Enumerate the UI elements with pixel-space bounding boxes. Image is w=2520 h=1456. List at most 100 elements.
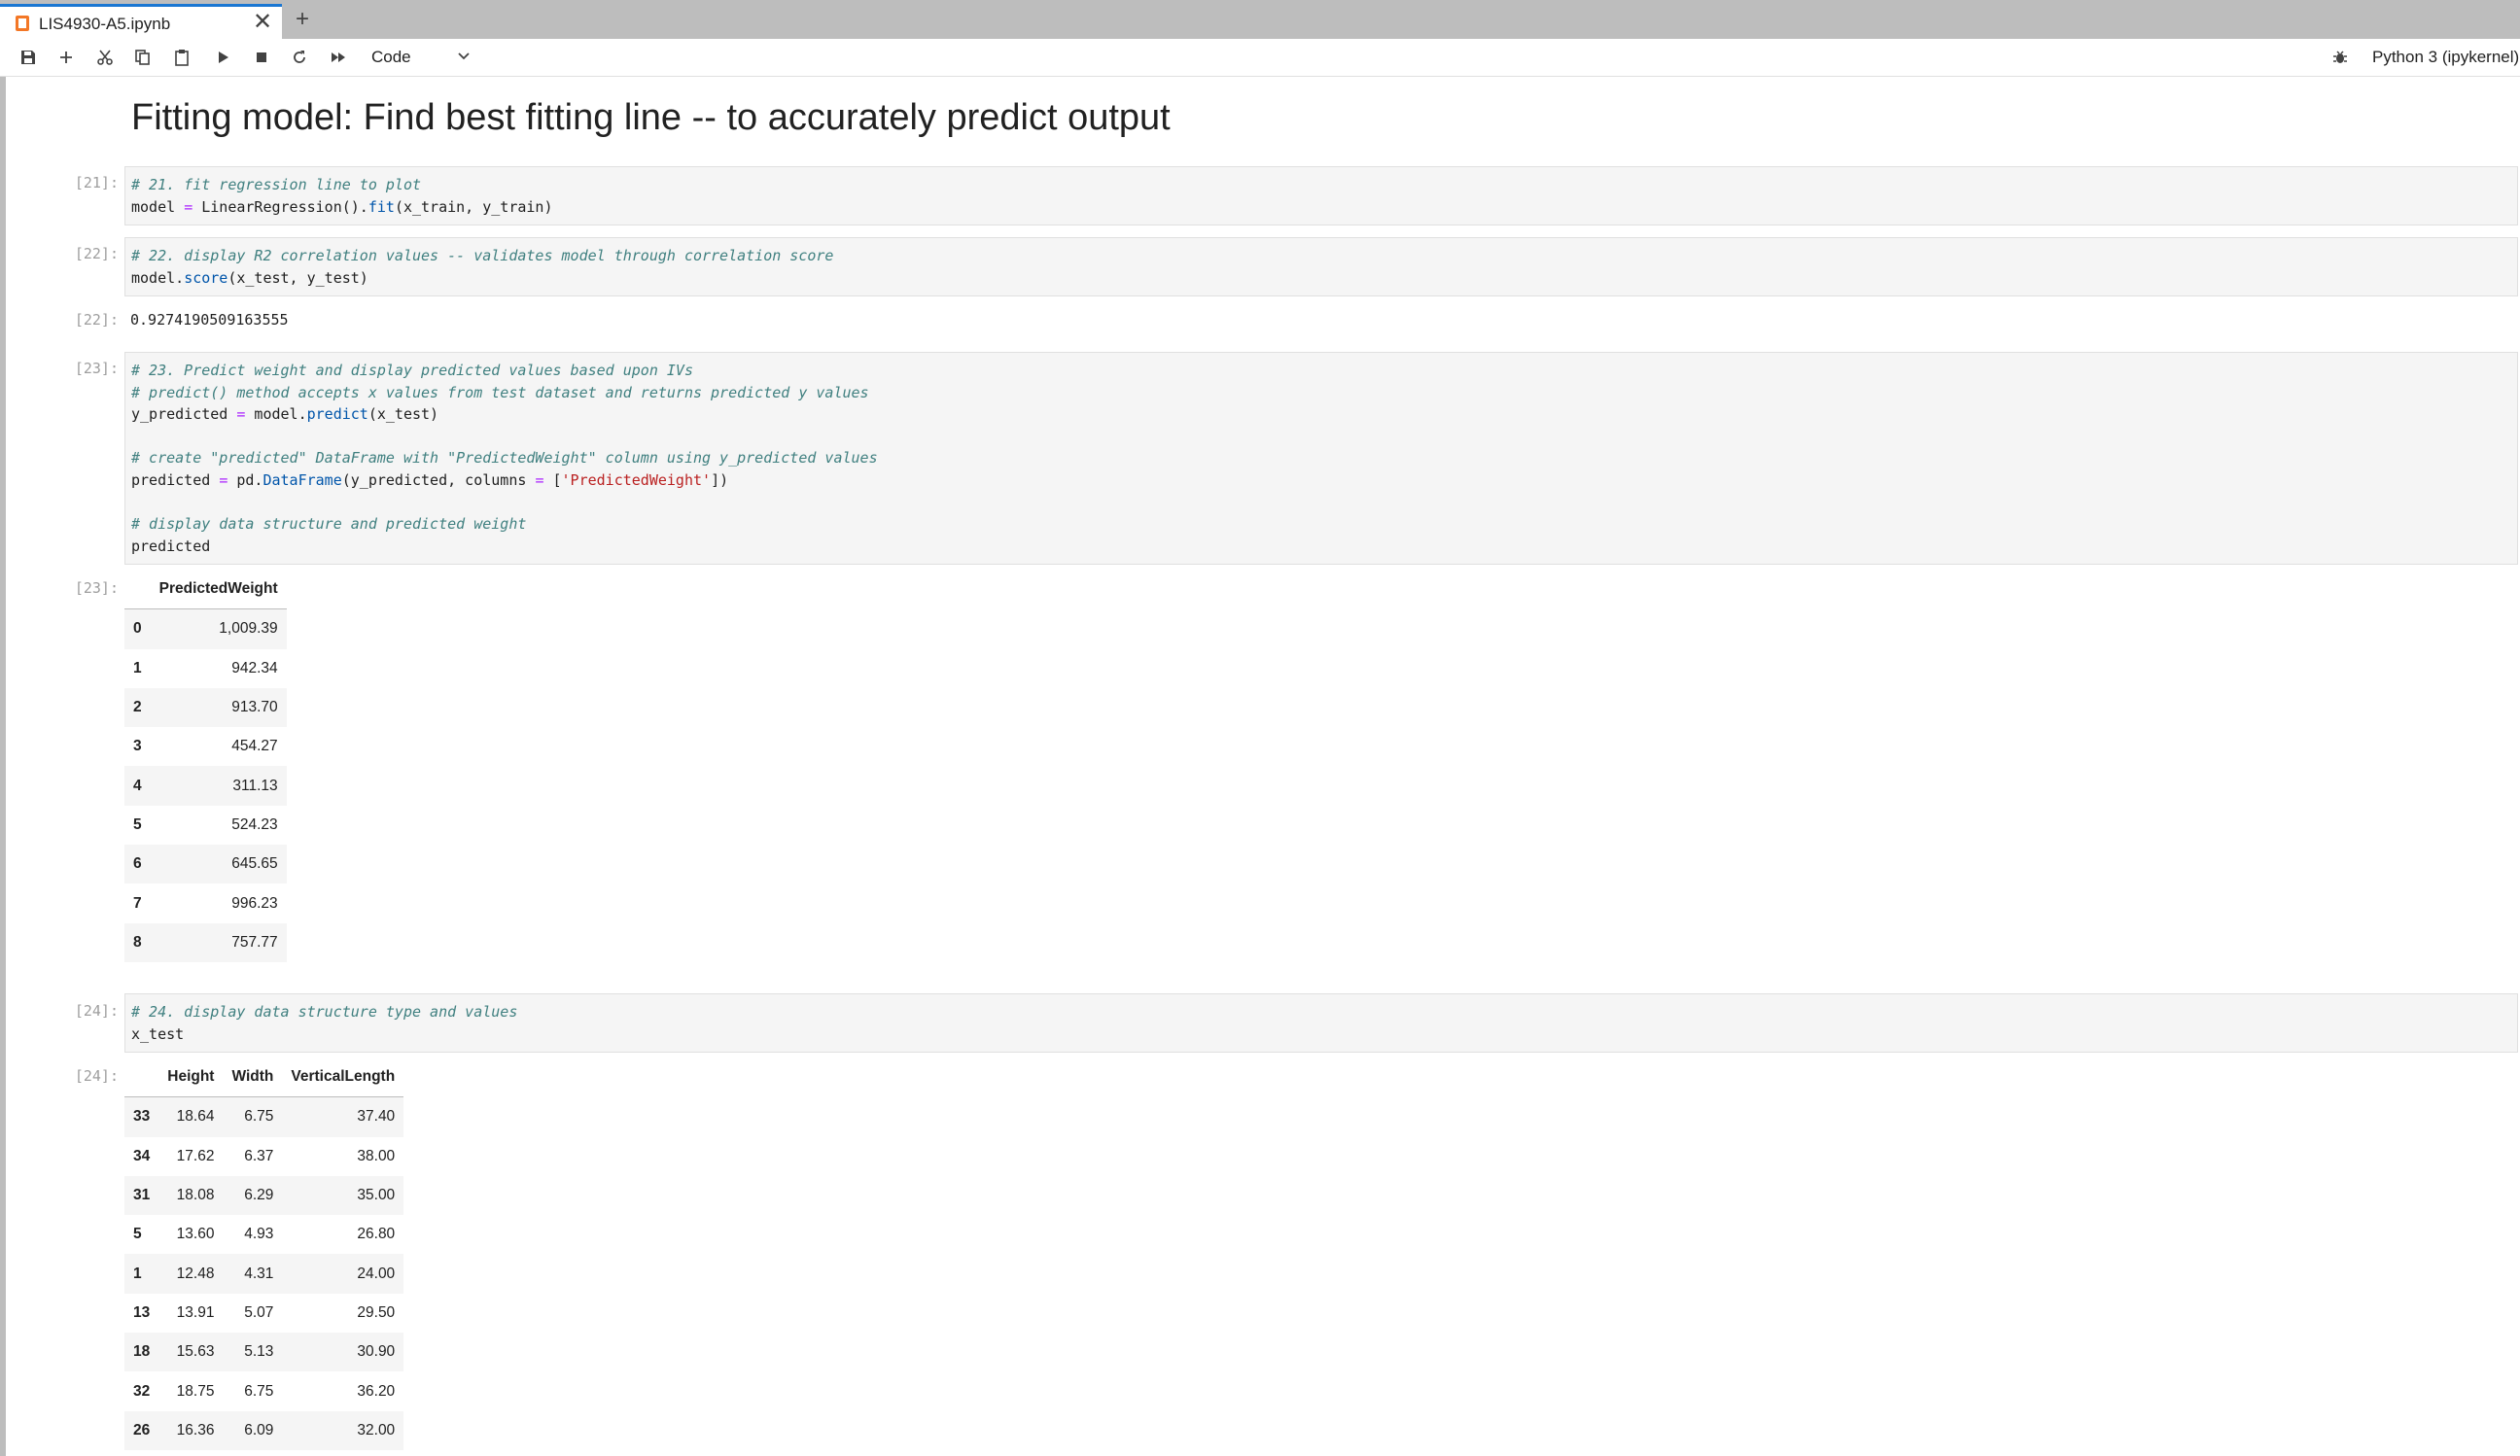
table-row: 5 524.23 [124,806,287,845]
table-row: 3 454.27 [124,727,287,766]
code-line: # display data structure and predicted w… [131,513,2511,536]
cell-type-select[interactable]: Code [371,48,411,67]
row-index: 4 [133,777,142,794]
code-token: (x_test) [368,405,439,424]
code-token: model. [131,268,185,287]
column-header [124,570,151,610]
table-row: 33 18.64 6.75 37.40 [124,1096,404,1137]
code-line: y_predicted = model.predict(x_test) [131,403,2511,426]
copy-button[interactable] [130,45,156,70]
input-prompt: [21]: [74,174,119,191]
table-cell: 38.00 [357,1147,396,1164]
code-line: # predict() method accepts x values from… [131,382,2511,404]
refresh-icon [294,51,305,63]
row-index: 2 [133,699,142,716]
save-button[interactable] [16,45,41,70]
table-cell: 4.31 [244,1265,274,1282]
column-header: Width [223,1057,283,1098]
code-cell[interactable]: # 22. display R2 correlation values -- v… [124,237,2518,297]
table-row: 6 645.65 [124,845,287,884]
scissors-icon [97,50,113,65]
tab-bar: LIS4930-A5.ipynb ✕ + [0,0,2520,39]
score-output: 0.9274190509163555 [130,311,289,329]
code-line: # 24. display data structure type and va… [131,1001,2511,1023]
restart-run-all-button[interactable] [326,45,351,70]
table-cell: 16.36 [176,1421,215,1439]
notebook-icon [16,16,29,31]
column-header: Height [158,1057,224,1098]
table-cell: 1,009.39 [219,620,278,638]
code-token: pd. [228,470,263,489]
kernel-name[interactable]: Python 3 (ipykernel) [2372,48,2519,67]
clipboard-icon [175,50,189,66]
column-header [124,1057,159,1098]
code-line: # create "predicted" DataFrame with "Pre… [131,447,2511,469]
code-token: [ [543,470,562,489]
code-token: # predict() method accepts x values from… [131,383,869,401]
table-row: 8 757.77 [124,922,287,962]
code-token: # 24. display data structure type and va… [131,1003,518,1021]
save-icon [21,51,35,64]
input-prompt: [23]: [74,360,119,377]
code-token: # create "predicted" DataFrame with "Pre… [131,449,878,468]
table-cell: 35.00 [357,1187,396,1204]
row-index: 5 [133,1226,142,1243]
restart-button[interactable] [287,45,312,70]
table-cell: 30.90 [357,1343,396,1361]
code-token: LinearRegression(). [192,197,368,216]
table-row: 0 1,009.39 [124,608,287,649]
table-row: 7 996.23 [124,884,287,922]
table-cell: 24.00 [357,1265,396,1282]
table-cell: 37.40 [357,1108,396,1126]
table-cell: 6.75 [244,1382,274,1400]
row-index: 31 [133,1187,151,1204]
code-cell[interactable]: # 21. fit regression line to plot model =… [124,166,2518,226]
code-token: x_test [131,1024,185,1043]
code-token: predict [306,405,368,424]
row-index: 13 [133,1303,151,1321]
row-index: 34 [133,1147,151,1164]
row-index: 3 [133,738,142,755]
chevron-down-icon[interactable] [457,50,471,63]
row-index: 5 [133,815,142,833]
code-token: model. [245,405,307,424]
table-row: 34 17.62 6.37 38.00 [124,1137,403,1176]
notebook-tab[interactable]: LIS4930-A5.ipynb ✕ [0,4,282,39]
row-index: 18 [133,1343,151,1361]
table-cell: 26.80 [357,1226,396,1243]
paste-button[interactable] [169,45,194,70]
code-line: model = LinearRegression().fit(x_train, … [131,196,2511,219]
code-line: model.score(x_test, y_test) [131,267,2511,290]
table-cell: 17.62 [176,1147,215,1164]
code-token: y_predicted [131,405,237,424]
code-token: 'PredictedWeight' [561,470,712,489]
notebook-toolbar: Code Python 3 (ipykernel) [0,39,2520,77]
x-test-dataframe: Height Width VerticalLength 33 18.64 6.75 37.4… [124,1057,404,1450]
code-line: x_test [131,1023,2511,1046]
row-index: 7 [133,894,142,912]
code-cell[interactable]: # 23. Predict weight and display predict… [124,352,2518,566]
bug-icon[interactable] [2331,49,2349,66]
code-line: # 21. fit regression line to plot [131,174,2511,196]
code-cell[interactable]: # 24. display data structure type and va… [124,993,2518,1054]
interrupt-button[interactable] [249,45,274,70]
code-token: (x_train, y_train) [394,197,553,216]
output-prompt: [24]: [74,1067,119,1085]
code-token: DataFrame [262,470,342,489]
table-row: 26 16.36 6.09 32.00 [124,1410,404,1450]
insert-cell-button[interactable] [53,45,79,70]
run-button[interactable] [210,45,235,70]
table-cell: 645.65 [231,855,278,873]
new-tab-button[interactable]: + [288,6,317,35]
table-cell: 6.09 [244,1421,274,1439]
column-header: VerticalLength [282,1057,404,1098]
table-row: 18 15.63 5.13 30.90 [124,1333,404,1372]
code-token: score [184,268,228,287]
table-cell: 5.13 [244,1343,274,1361]
close-icon[interactable]: ✕ [253,10,272,35]
cut-button[interactable] [92,45,118,70]
table-cell: 6.37 [244,1147,274,1164]
table-cell: 311.13 [232,777,278,794]
input-prompt: [22]: [74,245,119,262]
code-token: # 22. display R2 correlation values -- v… [131,247,834,264]
